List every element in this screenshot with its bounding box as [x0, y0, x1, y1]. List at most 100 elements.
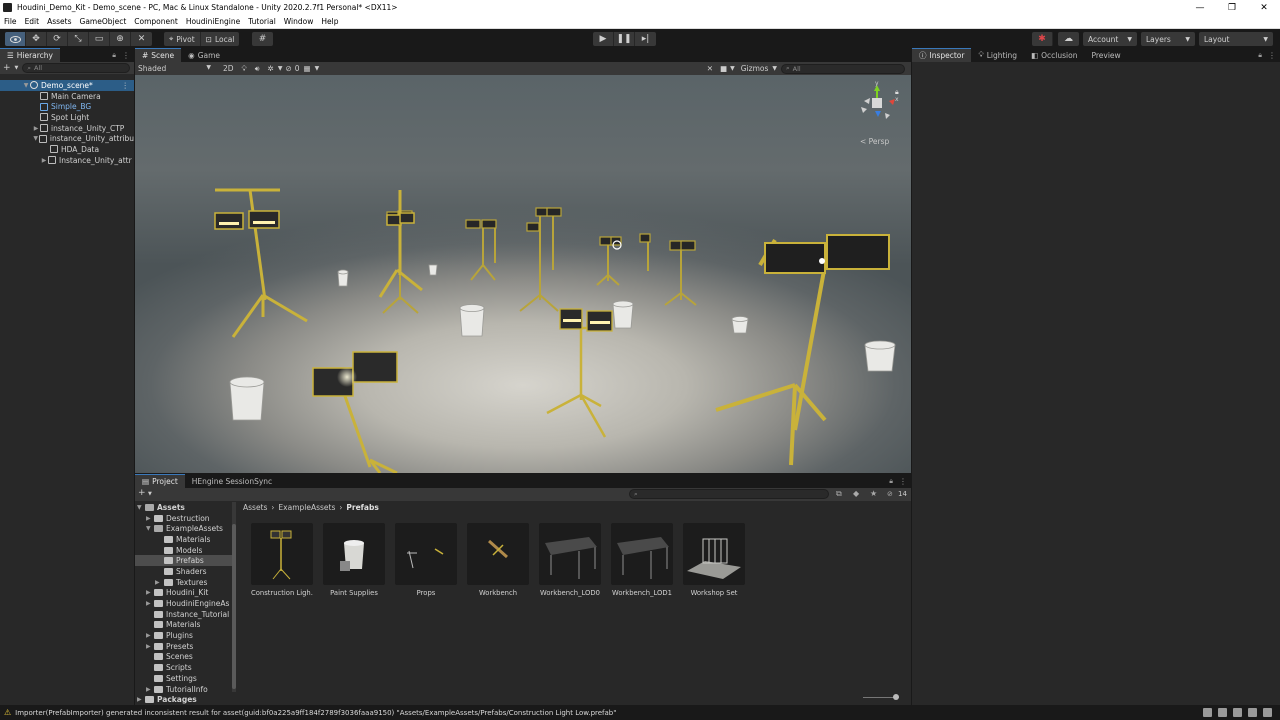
- layers-dropdown[interactable]: Layers ▼: [1141, 32, 1195, 46]
- minimize-button[interactable]: —: [1184, 0, 1216, 15]
- filter-label-icon[interactable]: ◆: [853, 489, 859, 498]
- chevron-down-icon[interactable]: ▼: [15, 65, 19, 71]
- hierarchy-item-instance-attribu[interactable]: ▼ instance_Unity_attribu: [0, 133, 134, 144]
- hierarchy-item-spot-light[interactable]: Spot Light: [0, 112, 134, 123]
- folder-destruction[interactable]: ▶ Destruction: [135, 513, 232, 524]
- account-dropdown[interactable]: Account ▼: [1083, 32, 1137, 46]
- folder-tutorialinfo[interactable]: ▶ TutorialInfo: [135, 684, 232, 695]
- panel-menu-icon[interactable]: ⋮: [899, 474, 911, 488]
- menu-edit[interactable]: Edit: [21, 17, 44, 26]
- project-search-input[interactable]: ⌕: [629, 489, 829, 499]
- network-icon[interactable]: [1203, 708, 1212, 717]
- chevron-right-icon[interactable]: ▶: [146, 643, 154, 650]
- folder-shaders[interactable]: Shaders: [135, 566, 232, 577]
- tab-game[interactable]: ◉ Game: [181, 48, 227, 62]
- status-bar[interactable]: ⚠ Importer(PrefabImporter) generated inc…: [0, 705, 1280, 720]
- folder-instance-tutorial[interactable]: Instance_Tutorial: [135, 609, 232, 620]
- tab-lighting[interactable]: 💡︎ Lighting: [971, 48, 1024, 62]
- hierarchy-item-instance-ctp[interactable]: ▶ instance_Unity_CTP: [0, 123, 134, 134]
- breadcrumb-exampleassets[interactable]: ExampleAssets: [278, 503, 335, 512]
- pivot-toggle[interactable]: ⌖ Pivot: [164, 32, 201, 46]
- collab-status-icon[interactable]: [1263, 708, 1272, 717]
- menu-window[interactable]: Window: [280, 17, 318, 26]
- folder-scenes[interactable]: Scenes: [135, 652, 232, 663]
- hidden-objects-icon[interactable]: ⊘: [282, 64, 294, 73]
- chevron-down-icon[interactable]: ▼: [315, 65, 320, 72]
- create-plus-icon[interactable]: +: [138, 488, 146, 498]
- folder-presets[interactable]: ▶ Presets: [135, 641, 232, 652]
- lock-icon[interactable]: 🔒︎: [895, 88, 899, 96]
- status-message[interactable]: Importer(PrefabImporter) generated incon…: [15, 709, 616, 717]
- item-menu-icon[interactable]: ⋮: [122, 81, 135, 90]
- persp-label[interactable]: < Persp: [860, 137, 889, 146]
- tab-occlusion[interactable]: ◧ Occlusion: [1024, 48, 1084, 62]
- chevron-right-icon[interactable]: ▶: [146, 589, 154, 596]
- transform-tool-icon[interactable]: ⊕: [110, 32, 131, 46]
- chevron-down-icon[interactable]: ▼: [772, 65, 781, 72]
- asset-workbench-lod1[interactable]: Workbench_LOD1: [611, 523, 673, 597]
- chevron-down-icon[interactable]: ▼: [148, 491, 152, 497]
- folder-settings[interactable]: Settings: [135, 673, 232, 684]
- effects-toggle-icon[interactable]: ✲: [264, 64, 278, 73]
- favorite-star-icon[interactable]: ★: [870, 489, 877, 498]
- folder-exampleassets[interactable]: ▼ ExampleAssets: [135, 523, 232, 534]
- close-button[interactable]: ✕: [1248, 0, 1280, 15]
- folder-packages[interactable]: ▶ Packages: [135, 694, 232, 705]
- tab-hengine-sessionsync[interactable]: HEngine SessionSync: [185, 474, 279, 488]
- folder-houdini-kit[interactable]: ▶ Houdini_Kit: [135, 588, 232, 599]
- folder-houdiniengineassets[interactable]: ▶ HoudiniEngineAs: [135, 598, 232, 609]
- asset-props[interactable]: Props: [395, 523, 457, 597]
- menu-assets[interactable]: Assets: [43, 17, 75, 26]
- asset-workbench[interactable]: Workbench: [467, 523, 529, 597]
- panel-menu-icon[interactable]: ⋮: [122, 48, 134, 62]
- maximize-button[interactable]: ❐: [1216, 0, 1248, 15]
- lock-icon[interactable]: 🔒︎: [112, 48, 122, 62]
- local-toggle[interactable]: ⊡ Local: [201, 32, 240, 46]
- move-tool-icon[interactable]: ✥: [26, 32, 47, 46]
- chevron-down-icon[interactable]: ▼: [146, 525, 154, 532]
- gizmos-button[interactable]: Gizmos: [735, 64, 773, 73]
- lock-icon[interactable]: 🔒︎: [1258, 48, 1268, 62]
- hierarchy-item-demo-scene[interactable]: ▼ Demo_scene* ⋮: [0, 80, 134, 91]
- hierarchy-search-input[interactable]: ⌕ All: [22, 63, 131, 73]
- lighting-toggle-icon[interactable]: 💡︎: [238, 64, 251, 74]
- step-button[interactable]: ▸|: [635, 32, 656, 46]
- breadcrumb-prefabs[interactable]: Prefabs: [346, 503, 378, 512]
- layout-dropdown[interactable]: Layout ▼: [1199, 32, 1273, 46]
- asset-workbench-lod0[interactable]: Workbench_LOD0: [539, 523, 601, 597]
- folder-tree-scrollbar[interactable]: [232, 502, 236, 692]
- folder-prefabs[interactable]: Prefabs: [135, 555, 232, 567]
- folder-models[interactable]: Models: [135, 545, 232, 556]
- shading-mode-dropdown[interactable]: Shaded ▼: [135, 64, 215, 73]
- tab-project[interactable]: ▤ Project: [135, 474, 185, 488]
- asset-construction-light[interactable]: Construction Ligh...: [251, 523, 313, 597]
- orientation-gizmo[interactable]: y x: [861, 80, 899, 119]
- pause-button[interactable]: ❚❚: [614, 32, 635, 46]
- hidden-packages-icon[interactable]: ⊘: [887, 490, 893, 498]
- chevron-right-icon[interactable]: ▶: [155, 579, 164, 586]
- scene-viewport[interactable]: y x 🔒︎ < Persp: [135, 75, 911, 473]
- tab-inspector[interactable]: ⓘ Inspector: [912, 48, 972, 62]
- tab-hierarchy[interactable]: ☰ Hierarchy: [0, 48, 60, 62]
- scene-search-input[interactable]: ⌕ All: [781, 63, 905, 74]
- slider-handle[interactable]: [893, 694, 899, 700]
- camera-icon[interactable]: ■: [717, 64, 730, 73]
- asset-workshop-set[interactable]: Workshop Set: [683, 523, 745, 597]
- breadcrumb-assets[interactable]: Assets: [243, 503, 267, 512]
- menu-component[interactable]: Component: [130, 17, 182, 26]
- debug-icon[interactable]: [1218, 708, 1227, 717]
- chevron-down-icon[interactable]: ▼: [22, 82, 30, 89]
- chevron-right-icon[interactable]: ▶: [146, 600, 154, 607]
- folder-textures[interactable]: ▶ Textures: [135, 577, 232, 588]
- chevron-right-icon[interactable]: ▶: [137, 696, 145, 703]
- chevron-right-icon[interactable]: ▶: [32, 125, 40, 132]
- grid-toggle-icon[interactable]: ▦: [300, 64, 315, 73]
- tab-scene[interactable]: # Scene: [135, 48, 182, 62]
- lock-icon[interactable]: 🔒︎: [889, 474, 899, 488]
- menu-tutorial[interactable]: Tutorial: [244, 17, 280, 26]
- folder-materials[interactable]: Materials: [135, 534, 232, 545]
- scale-tool-icon[interactable]: ⤡: [68, 32, 89, 46]
- menu-gameobject[interactable]: GameObject: [76, 17, 131, 26]
- rotate-tool-icon[interactable]: ⟳: [47, 32, 68, 46]
- toggle-2d-button[interactable]: 2D: [219, 64, 238, 73]
